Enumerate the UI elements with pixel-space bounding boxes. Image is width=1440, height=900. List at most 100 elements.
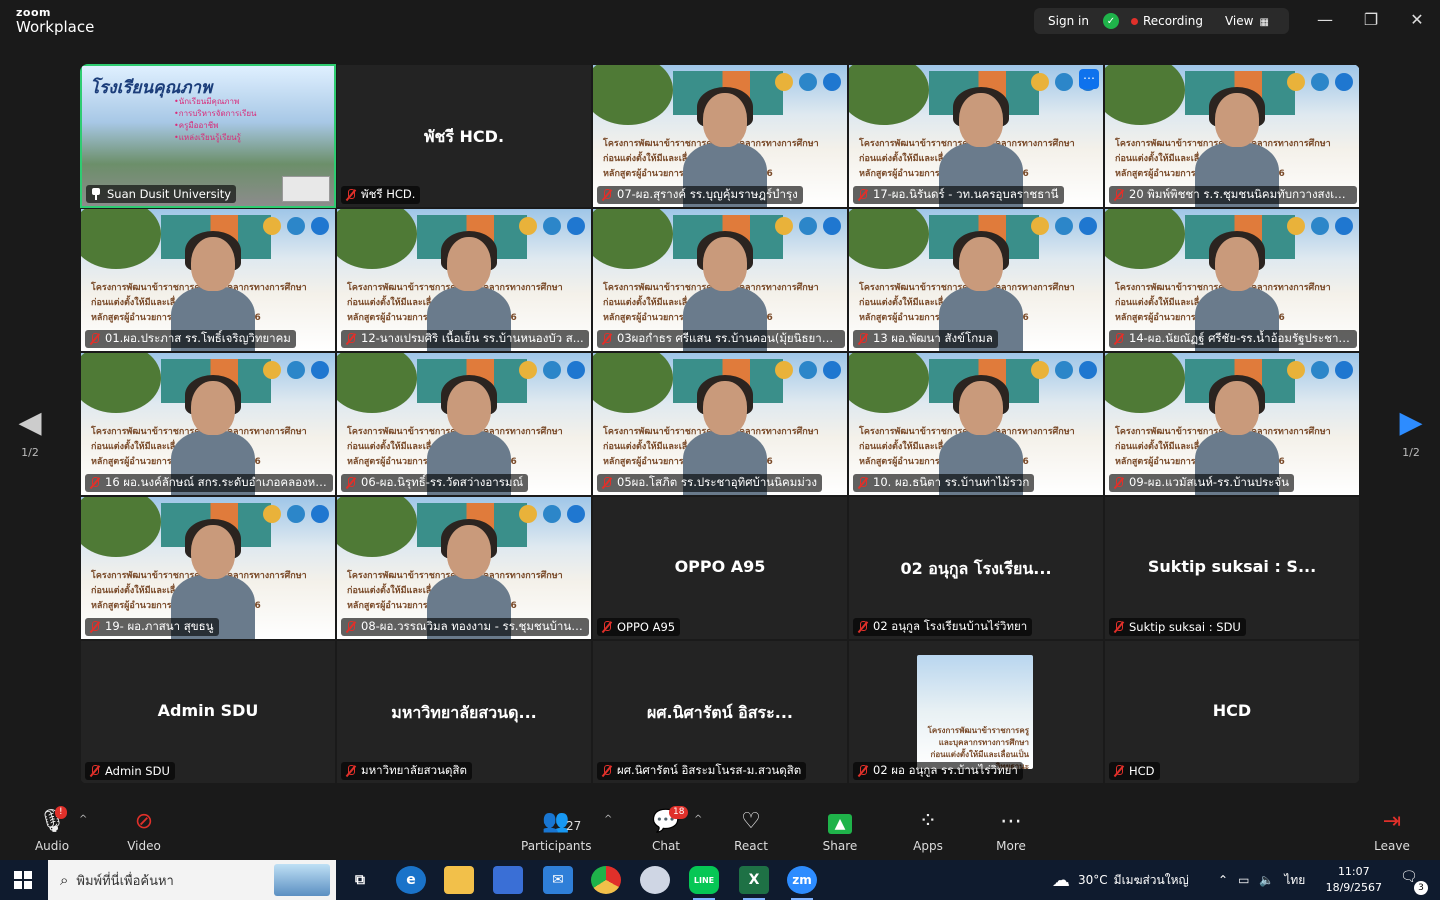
- speaker-muted-icon[interactable]: 🔈: [1259, 873, 1274, 887]
- system-tray: ⌃ ▭ 🔈 ไทย: [1218, 860, 1305, 900]
- more-button[interactable]: ⋯ More: [976, 808, 1046, 853]
- participant-tile[interactable]: โครงการพัฒนาข้าราชการครูและบุคลากรทางการ…: [1104, 64, 1360, 208]
- weather-widget[interactable]: ☁ 30°C มีเมฆส่วนใหญ่: [1052, 860, 1189, 900]
- spotlight-pin-icon: [90, 188, 102, 200]
- participant-tile[interactable]: OPPO A95 OPPO A95: [592, 496, 848, 640]
- recording-indicator[interactable]: Recording: [1143, 14, 1203, 28]
- participant-tile[interactable]: 02 อนุกูล โรงเรียน... 02 อนุกูล โรงเรียนบ…: [848, 496, 1104, 640]
- person-head: [191, 237, 235, 291]
- emblem-logos: [1287, 361, 1353, 379]
- participant-tile[interactable]: พัชรี HCD. พัชรี HCD.: [336, 64, 592, 208]
- participant-name: 10. ผอ.ธนิตา รร.บ้านท่าไม้รวก: [873, 475, 1030, 489]
- tree-graphic: [593, 209, 673, 269]
- excel-icon[interactable]: X: [739, 866, 769, 900]
- tree-graphic: [593, 65, 673, 125]
- clock-date: 18/9/2567: [1325, 881, 1382, 894]
- hcd-logo-icon: [823, 217, 841, 235]
- participants-options-caret[interactable]: ^: [604, 814, 612, 825]
- participant-tile[interactable]: โครงการพัฒนาข้าราชการครูและบุคลากรทางการ…: [592, 64, 848, 208]
- mic-muted-icon: [601, 765, 613, 777]
- network-icon[interactable]: ▭: [1238, 873, 1249, 887]
- tree-graphic: [81, 497, 161, 557]
- prev-page-button[interactable]: ◀ 1/2: [10, 405, 50, 459]
- participant-tile[interactable]: Admin SDU Admin SDU: [80, 640, 336, 784]
- participant-tile[interactable]: โครงการพัฒนาข้าราชการครูและบุคลากรทางการ…: [592, 208, 848, 352]
- edge-browser-icon[interactable]: e: [396, 866, 426, 894]
- emblem-icon: [287, 505, 305, 523]
- emblem-icon: [775, 217, 793, 235]
- react-button[interactable]: ♡ React: [716, 808, 786, 853]
- close-button[interactable]: ✕: [1405, 10, 1429, 29]
- video-button[interactable]: ⊘ Video: [109, 808, 179, 853]
- zoom-taskbar-icon[interactable]: zm: [787, 866, 817, 900]
- tree-graphic: [849, 353, 929, 413]
- participant-tile[interactable]: Suktip suksai : S... Suktip suksai : SDU: [1104, 496, 1360, 640]
- leave-button[interactable]: ⇥ Leave: [1357, 808, 1427, 853]
- mic-muted-icon: [857, 477, 869, 489]
- task-view-icon[interactable]: ⧉: [345, 866, 375, 894]
- participant-tile[interactable]: ผศ.นิศารัตน์ อิสระ... ผศ.นิศารัตน์ อิสระม…: [592, 640, 848, 784]
- tree-graphic: [849, 209, 929, 269]
- participant-tile[interactable]: โครงการพัฒนาข้าราชการครูและบุคลากรทางการ…: [592, 352, 848, 496]
- sign-in-button[interactable]: Sign in: [1034, 14, 1103, 28]
- paint-icon[interactable]: [640, 866, 670, 894]
- taskbar-search-input[interactable]: ⌕ พิมพ์ที่นี่เพื่อค้นหา: [48, 860, 336, 900]
- participant-tile[interactable]: HCD HCD: [1104, 640, 1360, 784]
- next-page-button[interactable]: ▶ 1/2: [1391, 405, 1431, 459]
- person-head: [1215, 237, 1259, 291]
- participant-name-label: 13 ผอ.พัฒนา สังข์โกมล: [853, 330, 998, 348]
- participant-name-label: 08-ผอ.วรรณวิมล ทองงาม - รร.ชุมชนบ้านแก..…: [341, 618, 589, 636]
- emblem-icon: [799, 217, 817, 235]
- chat-button[interactable]: 💬 18 Chat: [631, 806, 701, 853]
- shield-check-icon[interactable]: ✓: [1102, 13, 1119, 29]
- mic-muted-icon: [89, 765, 101, 777]
- emblem-icon: [1055, 361, 1073, 379]
- participant-tile[interactable]: โครงการพัฒนาข้าราชการครูและบุคลากรทางการ…: [1104, 208, 1360, 352]
- participant-name: 14-ผอ.นัยณัฏฐ์ ศรีชัย-รร.น้ำอ้อมรัฐประชา…: [1129, 331, 1352, 345]
- banner-line: โครงการพัฒนาข้าราชการครูและบุคลากรทางการ…: [927, 726, 1029, 747]
- participant-tile[interactable]: โรงเรียนคุณภาพ •นักเรียนมีคุณภาพ •การบริหา…: [80, 64, 336, 208]
- participant-tile[interactable]: โครงการพัฒนาข้าราชการครูและบุคลากรทางการ…: [848, 208, 1104, 352]
- chrome-icon[interactable]: [591, 866, 621, 894]
- audio-button[interactable]: 🎙! Audio: [17, 806, 87, 853]
- participant-thumbnail-video: โครงการพัฒนาข้าราชการครูและบุคลากรทางการ…: [917, 655, 1033, 769]
- emblem-logos: [1287, 217, 1353, 235]
- windows-start-icon[interactable]: [14, 871, 32, 889]
- store-icon[interactable]: [493, 866, 523, 894]
- emblem-icon: [543, 361, 561, 379]
- tile-more-options-button[interactable]: ⋯: [1079, 69, 1099, 89]
- participant-name: 05ผอ.โสภิต รร.ประชาอุทิศบ้านนิคมม่วง: [617, 475, 817, 489]
- participant-tile[interactable]: โครงการพัฒนาข้าราชการครูและบุคลากรทางการ…: [336, 496, 592, 640]
- file-explorer-icon[interactable]: [444, 866, 474, 894]
- participant-tile[interactable]: โครงการพัฒนาข้าราชการครูและบุคลากรทางการ…: [80, 496, 336, 640]
- audio-options-caret[interactable]: ^: [79, 814, 87, 825]
- share-button[interactable]: ▲ Share: [805, 808, 875, 853]
- participant-tile[interactable]: โครงการพัฒนาข้าราชการครูและบุคลากรทางการ…: [848, 64, 1104, 208]
- taskbar-clock[interactable]: 11:07 18/9/2567: [1326, 864, 1382, 896]
- participant-tile[interactable]: โครงการพัฒนาข้าราชการครูและบุคลากรทางการ…: [80, 352, 336, 496]
- line-app-icon[interactable]: LINE: [689, 866, 719, 900]
- participant-tile[interactable]: โครงการพัฒนาข้าราชการครูและบุคลากรทางการ…: [848, 640, 1104, 784]
- participants-button[interactable]: 👥 27 Participants: [521, 808, 592, 853]
- apps-button[interactable]: ⁘ Apps: [893, 808, 963, 853]
- emblem-icon: [263, 217, 281, 235]
- maximize-button[interactable]: ❐: [1359, 10, 1383, 29]
- chevron-up-icon[interactable]: ⌃: [1218, 873, 1228, 887]
- notification-icon[interactable]: 🗨 3: [1400, 869, 1428, 895]
- view-button[interactable]: View ▦: [1225, 14, 1269, 28]
- participant-tile[interactable]: โครงการพัฒนาข้าราชการครูและบุคลากรทางการ…: [848, 352, 1104, 496]
- chat-options-caret[interactable]: ^: [694, 814, 702, 825]
- participant-tile[interactable]: มหาวิทยาลัยสวนดุ... มหาวิทยาลัยสวนดุสิต: [336, 640, 592, 784]
- participant-tile[interactable]: โครงการพัฒนาข้าราชการครูและบุคลากรทางการ…: [1104, 352, 1360, 496]
- participant-name-label: OPPO A95: [597, 618, 681, 636]
- participant-tile[interactable]: โครงการพัฒนาข้าราชการครูและบุคลากรทางการ…: [336, 352, 592, 496]
- participant-tile[interactable]: โครงการพัฒนาข้าราชการครูและบุคลากรทางการ…: [80, 208, 336, 352]
- input-language[interactable]: ไทย: [1284, 871, 1305, 890]
- participant-tile[interactable]: โครงการพัฒนาข้าราชการครูและบุคลากรทางการ…: [336, 208, 592, 352]
- participant-display-name: Admin SDU: [157, 701, 259, 720]
- emblem-icon: [519, 505, 537, 523]
- minimize-button[interactable]: —: [1313, 10, 1337, 29]
- mail-icon[interactable]: ✉: [543, 866, 573, 894]
- participant-display-name: OPPO A95: [674, 557, 766, 576]
- emblem-icon: [775, 73, 793, 91]
